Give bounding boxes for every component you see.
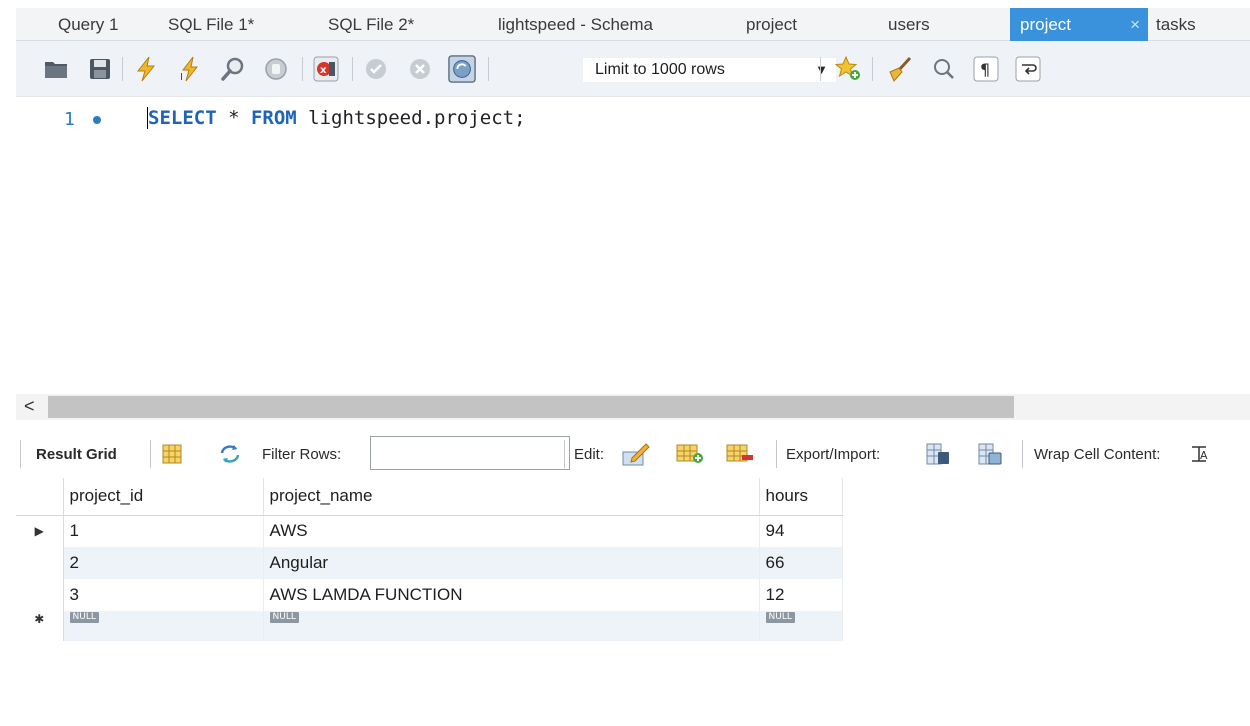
scrollbar-thumb[interactable] <box>48 396 1014 418</box>
toolbar-separator <box>776 440 777 468</box>
result-grid-tab[interactable]: Result Grid <box>36 446 117 463</box>
edit-label: Edit: <box>574 446 605 463</box>
row-gutter <box>16 579 64 611</box>
cell-project-name[interactable]: AWS LAMDA FUNCTION <box>263 579 760 611</box>
sql-keyword-select: SELECT <box>148 107 217 129</box>
svg-text:A: A <box>1200 449 1208 462</box>
toolbar-separator <box>564 440 565 468</box>
add-snippet-icon[interactable] <box>834 55 862 83</box>
svg-text:x: x <box>320 65 327 76</box>
cell-project-name-null[interactable]: NULL <box>263 611 760 641</box>
toolbar-separator <box>1022 440 1023 468</box>
cell-project-name[interactable]: AWS <box>263 515 760 547</box>
column-header-project-name[interactable]: project_name <box>263 478 760 516</box>
null-badge: NULL <box>765 612 795 623</box>
table-row[interactable]: 3 AWS LAMDA FUNCTION 12 <box>16 579 843 611</box>
cell-hours[interactable]: 94 <box>759 515 843 547</box>
row-limit-select[interactable]: Limit to 1000 rows ▼ <box>582 57 837 83</box>
tab-tasks[interactable]: tasks <box>1150 8 1202 41</box>
new-row-marker-icon: ✱ <box>16 611 64 641</box>
svg-text:I: I <box>180 72 183 82</box>
sql-star: * <box>216 107 251 129</box>
execute-current-icon[interactable]: I <box>176 55 204 83</box>
statement-marker-icon <box>93 116 101 124</box>
null-badge: NULL <box>69 612 99 623</box>
toggle-error-icon[interactable]: x <box>312 55 340 83</box>
cell-project-name[interactable]: Angular <box>263 547 760 579</box>
column-header-project-id[interactable]: project_id <box>63 478 264 516</box>
wrap-lines-icon[interactable] <box>1014 55 1042 83</box>
execute-icon[interactable] <box>132 55 160 83</box>
tab-sql-file-2[interactable]: SQL File 2* <box>322 8 420 41</box>
cell-hours-null[interactable]: NULL <box>759 611 843 641</box>
cell-hours[interactable]: 66 <box>759 547 843 579</box>
open-folder-icon[interactable] <box>42 55 70 83</box>
wrap-cell-content-label: Wrap Cell Content: <box>1034 446 1161 463</box>
grid-header-row: project_id project_name hours <box>16 478 843 516</box>
save-icon[interactable] <box>86 55 114 83</box>
explain-icon[interactable] <box>220 55 248 83</box>
export-import-label: Export/Import: <box>786 446 881 463</box>
cell-project-id[interactable]: 3 <box>63 579 264 611</box>
editor-horizontal-scrollbar[interactable]: < <box>16 394 1250 420</box>
delete-row-icon[interactable] <box>726 440 754 468</box>
new-row[interactable]: ✱ NULL NULL NULL <box>16 611 843 641</box>
cell-project-id[interactable]: 2 <box>63 547 264 579</box>
current-row-indicator-icon: ▶ <box>16 515 64 547</box>
editor-tab-strip: Query 1 SQL File 1* SQL File 2* lightspe… <box>16 8 1250 41</box>
toolbar-separator <box>352 57 353 81</box>
result-toolbar: Result Grid Filter Rows: Edit: Export/Im… <box>16 432 1250 476</box>
cell-project-id[interactable]: 1 <box>63 515 264 547</box>
table-row[interactable]: ▶ 1 AWS 94 <box>16 515 843 547</box>
row-gutter <box>16 547 64 579</box>
tab-lightspeed-schema[interactable]: lightspeed - Schema <box>492 8 659 41</box>
toolbar-separator <box>302 57 303 81</box>
tab-users[interactable]: users <box>882 8 936 41</box>
result-grid[interactable]: project_id project_name hours ▶ 1 AWS 94… <box>16 478 843 641</box>
table-row[interactable]: 2 Angular 66 <box>16 547 843 579</box>
tab-sql-file-1[interactable]: SQL File 1* <box>162 8 260 41</box>
null-badge: NULL <box>269 612 299 623</box>
sql-editor[interactable]: 1 SELECT * FROM lightspeed.project; <box>16 97 1250 394</box>
sql-editor-toolbar: I x Limit to 1000 rows ▼ ¶ <box>16 41 1250 97</box>
import-icon[interactable] <box>976 440 1004 468</box>
tab-project-active[interactable]: project × <box>1010 8 1148 41</box>
filter-rows-label: Filter Rows: <box>262 446 342 463</box>
tab-close-icon[interactable]: × <box>1130 8 1140 41</box>
autocommit-icon[interactable] <box>448 55 476 83</box>
rollback-icon[interactable] <box>406 55 434 83</box>
find-icon[interactable] <box>930 55 958 83</box>
column-header-hours[interactable]: hours <box>759 478 843 516</box>
grid-layout-icon[interactable] <box>158 440 186 468</box>
toolbar-separator <box>122 57 123 81</box>
cell-hours[interactable]: 12 <box>759 579 843 611</box>
chevron-down-icon: ▼ <box>815 62 828 77</box>
scroll-left-icon[interactable]: < <box>24 396 35 417</box>
line-number: 1 <box>64 109 75 130</box>
export-icon[interactable] <box>924 440 952 468</box>
stop-icon[interactable] <box>262 55 290 83</box>
beautify-icon[interactable] <box>886 55 914 83</box>
svg-text:¶: ¶ <box>980 60 990 79</box>
filter-rows-input[interactable] <box>370 436 570 470</box>
toolbar-separator <box>872 57 873 81</box>
invisible-chars-icon[interactable]: ¶ <box>972 55 1000 83</box>
wrap-cell-icon[interactable]: A <box>1188 440 1212 468</box>
toolbar-separator <box>820 57 821 81</box>
sql-statement[interactable]: SELECT * FROM lightspeed.project; <box>147 107 526 129</box>
sql-keyword-from: FROM <box>250 107 297 129</box>
row-gutter-header <box>16 478 64 516</box>
add-row-icon[interactable] <box>676 440 704 468</box>
cell-project-id-null[interactable]: NULL <box>63 611 264 641</box>
tab-project[interactable]: project <box>740 8 803 41</box>
tab-query-1[interactable]: Query 1 <box>52 8 124 41</box>
sql-table-ref: lightspeed.project; <box>296 107 526 129</box>
toolbar-separator <box>150 440 151 468</box>
refresh-icon[interactable] <box>216 440 244 468</box>
toolbar-separator <box>488 57 489 81</box>
commit-icon[interactable] <box>362 55 390 83</box>
toolbar-separator <box>20 440 21 468</box>
edit-row-icon[interactable] <box>622 440 650 468</box>
